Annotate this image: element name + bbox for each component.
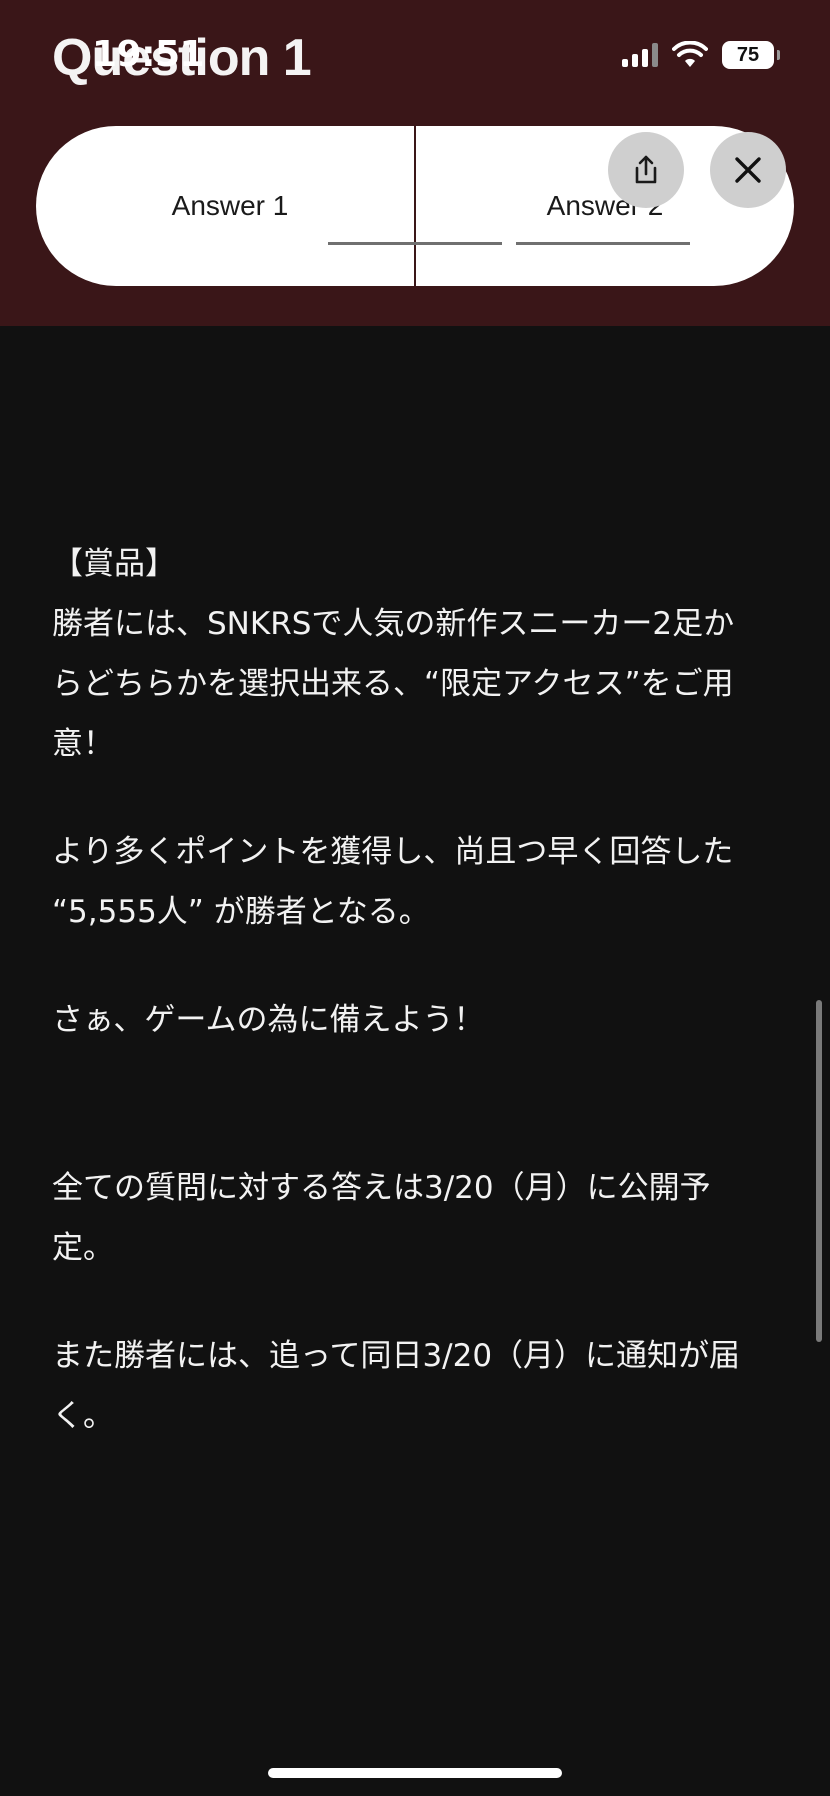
cellular-signal-icon bbox=[622, 43, 658, 67]
question-header: Question 1 19:51 75 Answer 1 Answer 2 bbox=[0, 0, 830, 326]
close-icon bbox=[735, 157, 761, 183]
prize-heading: 【賞品】 bbox=[52, 546, 176, 582]
prize-text: 勝者には、SNKRSで人気の新作スニーカー2足からどちらかを選択出来る、“限定ア… bbox=[52, 606, 735, 762]
wifi-icon bbox=[672, 41, 708, 67]
scrollbar[interactable] bbox=[816, 1000, 822, 1342]
status-icons: 75 bbox=[622, 40, 780, 70]
answers-release-text: 全ての質問に対する答えは3/20（月）に公開予定。 bbox=[52, 1170, 711, 1266]
call-to-action-text: さぁ、ゲームの為に備えよう！ bbox=[52, 1002, 485, 1038]
home-indicator[interactable] bbox=[268, 1768, 562, 1778]
quiz-description: 【賞品】 勝者には、SNKRSで人気の新作スニーカー2足からどちらかを選択出来る… bbox=[52, 534, 752, 1446]
answer-1-input-line bbox=[328, 242, 502, 245]
status-time: 19:51 bbox=[92, 34, 205, 75]
quiz-screen: Question 1 19:51 75 Answer 1 Answer 2 【賞… bbox=[0, 0, 830, 1796]
battery-icon: 75 bbox=[722, 41, 780, 69]
winner-rule-text: より多くポイントを獲得し、尚且つ早く回答した “5,555人” が勝者となる。 bbox=[52, 834, 744, 930]
battery-level: 75 bbox=[736, 43, 760, 66]
answer-2-input-line bbox=[516, 242, 690, 245]
answer-option-1[interactable]: Answer 1 bbox=[36, 126, 414, 286]
winner-notice-text: また勝者には、追って同日3/20（月）に通知が届く。 bbox=[52, 1338, 741, 1434]
answer-selector: Answer 1 Answer 2 bbox=[36, 126, 794, 286]
share-icon bbox=[635, 155, 657, 184]
share-button[interactable] bbox=[608, 132, 684, 208]
close-button[interactable] bbox=[710, 132, 786, 208]
